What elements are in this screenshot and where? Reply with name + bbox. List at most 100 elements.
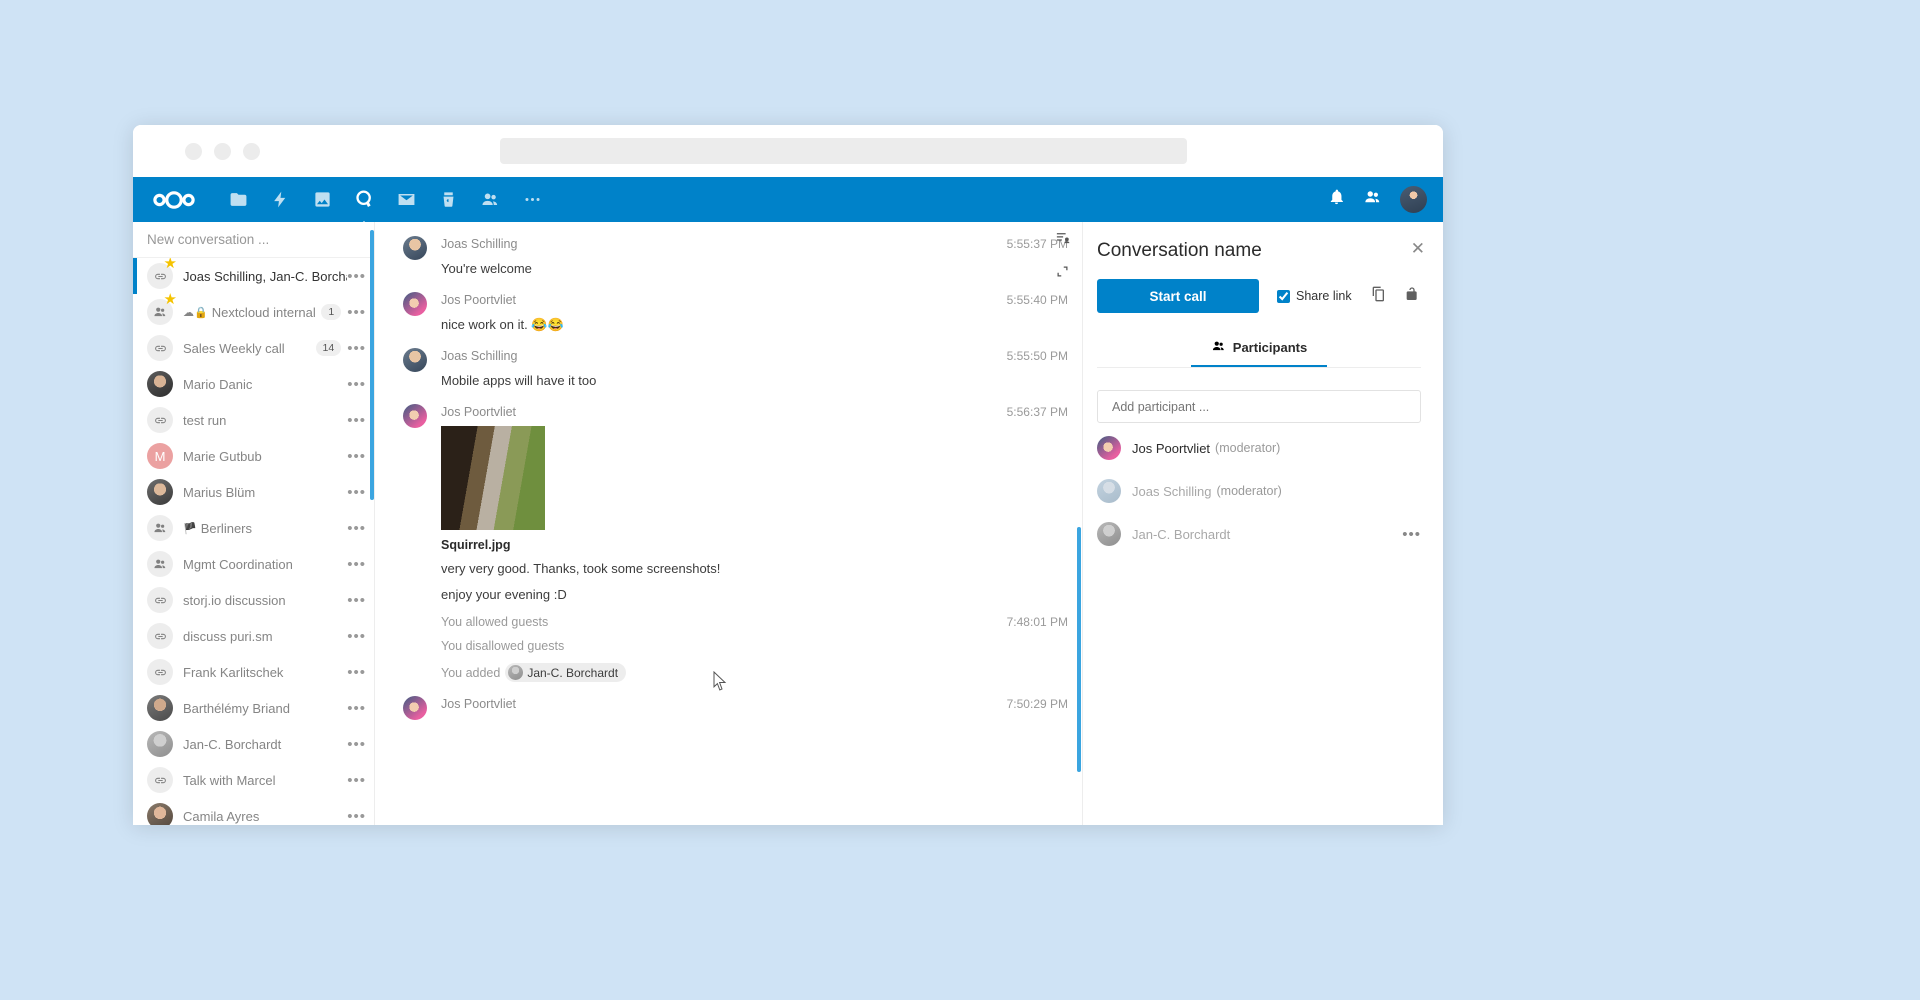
contacts-menu-icon[interactable] [1363, 188, 1382, 211]
chat-message: Jos Poortvliet nice work on it. 😂😂 5:55:40… [375, 292, 1082, 334]
window-maximize-dot[interactable] [243, 142, 260, 160]
conversation-item[interactable]: Frank Karlitschek ••• [133, 654, 374, 690]
conversation-name-text: Marie Gutbub [183, 448, 262, 464]
conversation-menu-button[interactable]: ••• [347, 304, 366, 321]
conversation-menu-button[interactable]: ••• [347, 556, 366, 573]
sort-participants-icon[interactable] [1055, 230, 1070, 250]
unlock-icon[interactable] [1404, 286, 1420, 307]
conversation-item[interactable]: Talk with Marcel ••• [133, 762, 374, 798]
conversation-menu-button[interactable]: ••• [347, 628, 366, 645]
unread-badge: 14 [315, 340, 342, 356]
system-message-text: You added Jan-C. Borchardt [441, 663, 1056, 682]
more-apps-icon[interactable] [511, 177, 553, 222]
mail-icon[interactable] [385, 177, 427, 222]
group-icon [147, 515, 173, 541]
conversation-name-text: Barthélémy Briand [183, 700, 290, 716]
new-conversation-input[interactable]: New conversation ... [133, 222, 374, 258]
conversation-menu-button[interactable]: ••• [347, 520, 366, 537]
window-close-dot[interactable] [185, 142, 202, 160]
system-message-label: You disallowed guests [441, 639, 565, 653]
share-link-toggle[interactable]: Share link [1277, 289, 1352, 303]
photos-icon[interactable] [301, 177, 343, 222]
conversation-menu-button[interactable]: ••• [347, 808, 366, 825]
start-call-button[interactable]: Start call [1097, 279, 1259, 313]
conversation-menu-button[interactable]: ••• [347, 448, 366, 465]
conversation-item[interactable]: discuss puri.sm ••• [133, 618, 374, 654]
message-avatar [403, 348, 427, 372]
conversation-menu-button[interactable]: ••• [347, 592, 366, 609]
conversation-avatar-initial: M [147, 443, 173, 469]
conversation-menu-button[interactable]: ••• [347, 484, 366, 501]
attachment-file-name[interactable]: Squirrel.jpg [441, 538, 995, 552]
conversation-name: Sales Weekly call [183, 341, 316, 356]
conversation-menu-button[interactable]: ••• [347, 268, 366, 285]
address-bar[interactable] [500, 138, 1187, 164]
panel-actions: Start call Share link [1097, 279, 1421, 313]
conversation-name-text: Mgmt Coordination [183, 556, 293, 572]
conversation-list[interactable]: ★Joas Schilling, Jan-C. Borchardt•••★☁🔒N… [133, 258, 374, 825]
conversation-name: 🏴 Berliners [183, 521, 347, 536]
conversation-item[interactable]: Sales Weekly call 14 ••• [133, 330, 374, 366]
conversation-item[interactable]: ★ Joas Schilling, Jan-C. Borchardt••• [133, 258, 374, 294]
conversation-item[interactable]: storj.io discussion ••• [133, 582, 374, 618]
files-icon[interactable] [217, 177, 259, 222]
talk-icon[interactable] [343, 177, 385, 222]
conversation-item[interactable]: 🏴 Berliners ••• [133, 510, 374, 546]
participant-row[interactable]: Jos Poortvliet (moderator) [1097, 430, 1421, 466]
conversation-name-text: Joas Schilling, Jan-C. Borchardt [183, 268, 347, 284]
nextcloud-logo-icon[interactable] [153, 190, 195, 209]
mention-chip[interactable]: Jan-C. Borchardt [505, 663, 627, 682]
message-author: Joas Schilling [441, 349, 518, 363]
message-body: Jos Poortvliet Squirrel.jpg very very good… [441, 404, 995, 604]
chat-scrollbar[interactable] [1077, 527, 1081, 772]
chat-message-attachment: Jos Poortvliet Squirrel.jpg very very good… [375, 404, 1082, 604]
conversation-menu-button[interactable]: ••• [347, 664, 366, 681]
add-participant-input[interactable] [1112, 399, 1420, 414]
conversation-item[interactable]: Camila Ayres ••• [133, 798, 374, 825]
message-avatar [403, 292, 427, 316]
conversation-name: Marie Gutbub [183, 449, 347, 464]
tab-participants[interactable]: Participants [1190, 339, 1328, 367]
conversation-menu-button[interactable]: ••• [347, 736, 366, 753]
conversation-menu-button[interactable]: ••• [347, 412, 366, 429]
link-icon [147, 659, 173, 685]
system-message-label: You allowed guests [441, 614, 549, 629]
conversation-item[interactable]: Mgmt Coordination ••• [133, 546, 374, 582]
conversation-item[interactable]: Jan-C. Borchardt ••• [133, 726, 374, 762]
window-minimize-dot[interactable] [214, 142, 231, 160]
link-icon [147, 767, 173, 793]
notifications-icon[interactable] [1328, 188, 1345, 211]
deck-icon[interactable] [427, 177, 469, 222]
favorite-star-icon: ★ [163, 258, 177, 272]
participant-row[interactable]: Jan-C. Borchardt ••• [1097, 516, 1421, 552]
participant-menu-button[interactable]: ••• [1402, 526, 1421, 543]
conversation-item[interactable]: test run ••• [133, 402, 374, 438]
conversation-item[interactable]: Barthélémy Briand ••• [133, 690, 374, 726]
conversation-menu-button[interactable]: ••• [347, 772, 366, 789]
fullscreen-icon[interactable] [1055, 264, 1070, 284]
participant-avatar [1097, 522, 1121, 546]
add-participant-field[interactable] [1097, 390, 1421, 423]
conversation-item[interactable]: Mario Danic ••• [133, 366, 374, 402]
conversation-name: Mario Danic [183, 377, 347, 392]
contacts-icon[interactable] [469, 177, 511, 222]
conversation-menu-button[interactable]: ••• [347, 700, 366, 717]
activity-icon[interactable] [259, 177, 301, 222]
attachment-preview-image[interactable] [441, 426, 545, 530]
conversation-item[interactable]: Marius Blüm ••• [133, 474, 374, 510]
conversation-item[interactable]: M Marie Gutbub ••• [133, 438, 374, 474]
mention-avatar [508, 665, 524, 680]
conversation-menu-button[interactable]: ••• [347, 340, 366, 357]
message-author: Joas Schilling [441, 237, 518, 251]
participant-row[interactable]: Joas Schilling (moderator) [1097, 473, 1421, 509]
conversation-name: ☁🔒 Nextcloud internal [183, 305, 321, 320]
conversation-menu-button[interactable]: ••• [347, 376, 366, 393]
conversation-item[interactable]: ★ ☁🔒 Nextcloud internal 1 ••• [133, 292, 374, 330]
share-link-checkbox[interactable] [1277, 289, 1290, 303]
message-body: Jos Poortvliet [441, 696, 995, 720]
sidebar-scrollbar[interactable] [370, 230, 374, 500]
chat-message: Joas Schilling You're welcome 5:55:37 PM [375, 236, 1082, 278]
copy-link-icon[interactable] [1370, 286, 1386, 307]
user-avatar[interactable] [1400, 186, 1427, 213]
close-icon[interactable]: ✕ [1411, 240, 1425, 257]
